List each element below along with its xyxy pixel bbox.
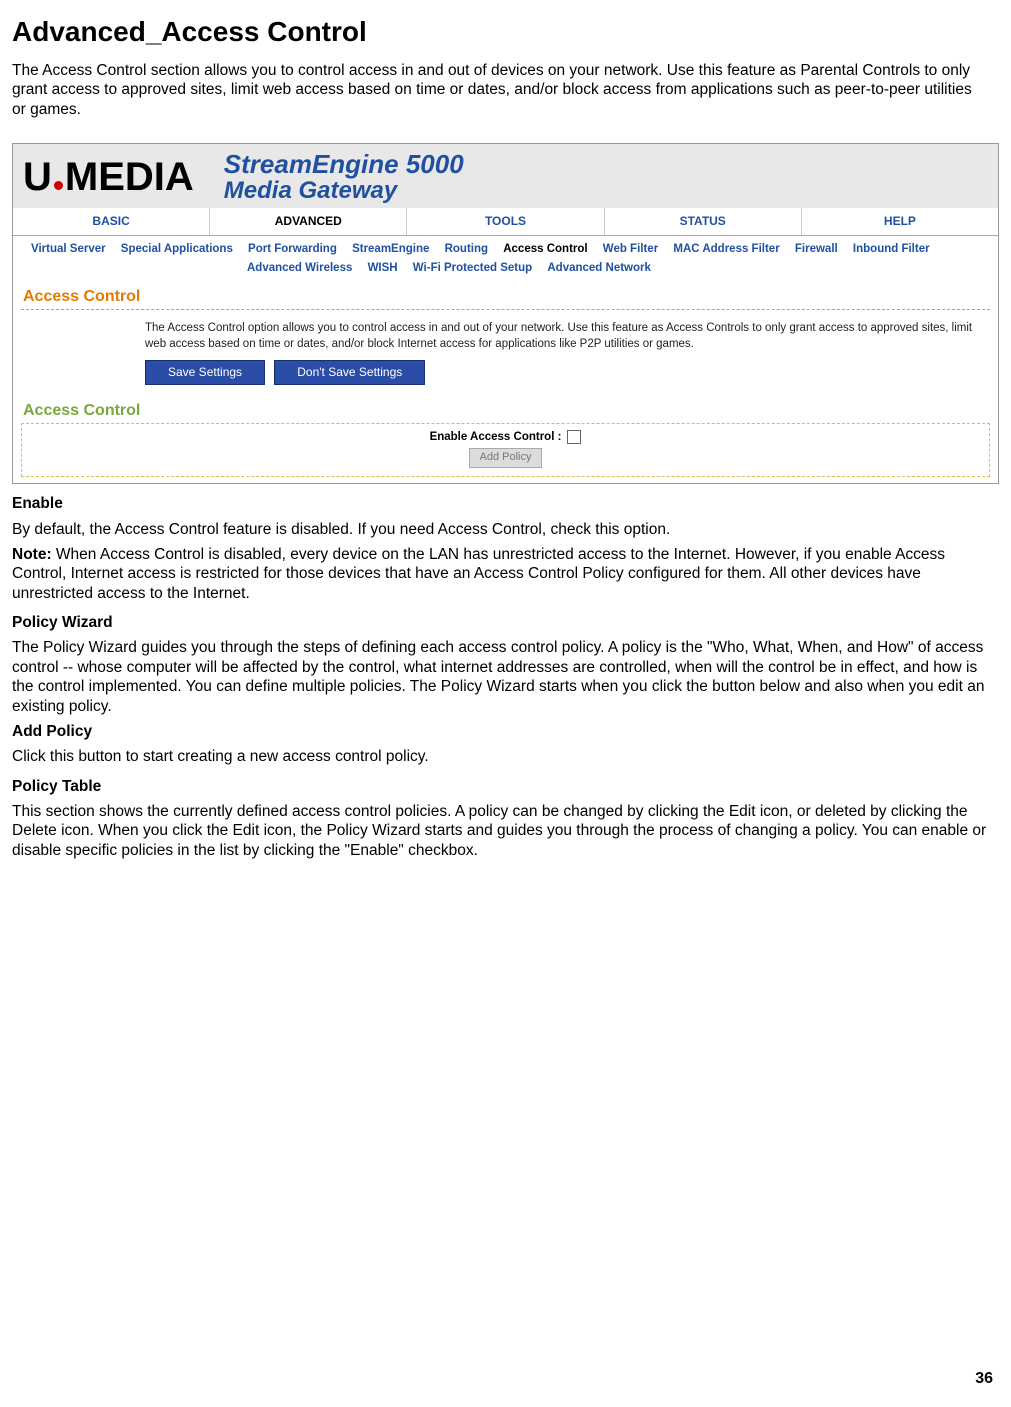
router-header: U MEDIA StreamEngine 5000 Media Gateway (13, 144, 998, 208)
enable-row: Enable Access Control : (430, 430, 582, 444)
enable-box: Enable Access Control : Add Policy (21, 423, 990, 477)
note-label: Note: (12, 546, 52, 563)
term-enable: Enable (12, 494, 999, 513)
enable-access-control-checkbox[interactable] (567, 430, 581, 444)
policy-wizard-description: The Policy Wizard guides you through the… (12, 638, 999, 716)
save-settings-button[interactable]: Save Settings (145, 360, 265, 385)
tab-tools[interactable]: TOOLS (407, 208, 604, 235)
subnav-routing[interactable]: Routing (445, 240, 488, 258)
page-number: 36 (975, 1369, 993, 1389)
dont-save-settings-button[interactable]: Don't Save Settings (274, 360, 425, 385)
section-blurb: The Access Control option allows you to … (145, 320, 990, 352)
add-policy-label: Add Policy (12, 723, 92, 740)
subnav-access-control[interactable]: Access Control (503, 240, 587, 258)
subnav-wifi-protected-setup[interactable]: Wi-Fi Protected Setup (413, 259, 532, 277)
tab-status[interactable]: STATUS (605, 208, 802, 235)
product-line1: StreamEngine 5000 (224, 150, 464, 179)
enable-description: By default, the Access Control feature i… (12, 520, 999, 539)
section-access-control-subtitle: Access Control (13, 395, 998, 423)
subnav-advanced-wireless[interactable]: Advanced Wireless (247, 259, 352, 277)
term-add-policy: Add Policy (12, 722, 999, 741)
subnav-advanced-network[interactable]: Advanced Network (547, 259, 651, 277)
subnav-streamengine[interactable]: StreamEngine (352, 240, 429, 258)
page-intro-text: The Access Control section allows you to… (12, 61, 982, 119)
subnav-wish[interactable]: WISH (368, 259, 398, 277)
subnav-web-filter[interactable]: Web Filter (603, 240, 658, 258)
subnav-virtual-server[interactable]: Virtual Server (31, 240, 106, 258)
term-policy-table: Policy Table (12, 777, 999, 796)
subnav-special-applications[interactable]: Special Applications (121, 240, 233, 258)
main-tabs: BASIC ADVANCED TOOLS STATUS HELP (13, 208, 998, 236)
tab-help[interactable]: HELP (802, 208, 998, 235)
logo-dot-icon (54, 181, 63, 190)
logo-media-text: MEDIA (65, 152, 194, 202)
router-ui-screenshot: U MEDIA StreamEngine 5000 Media Gateway … (12, 143, 999, 484)
subnav-firewall[interactable]: Firewall (795, 240, 838, 258)
logo-u-text: U (23, 152, 52, 202)
policy-table-description: This section shows the currently defined… (12, 802, 999, 860)
enable-label: Enable Access Control : (430, 430, 562, 444)
section-description-box: The Access Control option allows you to … (21, 309, 990, 387)
note-text: When Access Control is disabled, every d… (12, 546, 945, 602)
subnav-mac-address-filter[interactable]: MAC Address Filter (673, 240, 779, 258)
add-policy-button[interactable]: Add Policy (469, 448, 543, 468)
page-title: Advanced_Access Control (12, 14, 999, 49)
umedia-logo: U MEDIA (23, 152, 194, 202)
product-line2: Media Gateway (224, 178, 464, 204)
term-policy-wizard: Policy Wizard (12, 613, 999, 632)
enable-note: Note: When Access Control is disabled, e… (12, 545, 999, 603)
tab-advanced[interactable]: ADVANCED (210, 208, 407, 235)
section-access-control-title: Access Control (13, 281, 998, 309)
tab-basic[interactable]: BASIC (13, 208, 210, 235)
product-title: StreamEngine 5000 Media Gateway (224, 150, 464, 205)
subnav-port-forwarding[interactable]: Port Forwarding (248, 240, 337, 258)
add-policy-description: Click this button to start creating a ne… (12, 747, 999, 766)
sub-nav: Virtual Server Special Applications Port… (13, 236, 998, 281)
subnav-inbound-filter[interactable]: Inbound Filter (853, 240, 930, 258)
